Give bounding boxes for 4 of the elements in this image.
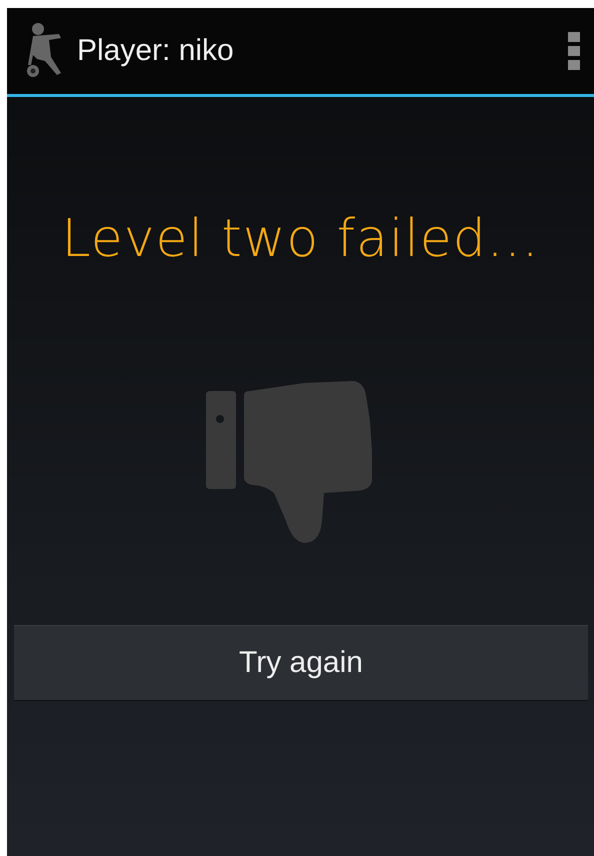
overflow-menu-icon[interactable] xyxy=(568,32,580,70)
action-bar-title: Player: niko xyxy=(77,34,235,68)
level-failed-heading: Level two failed... xyxy=(62,209,540,269)
try-again-button[interactable]: Try again xyxy=(14,625,588,701)
